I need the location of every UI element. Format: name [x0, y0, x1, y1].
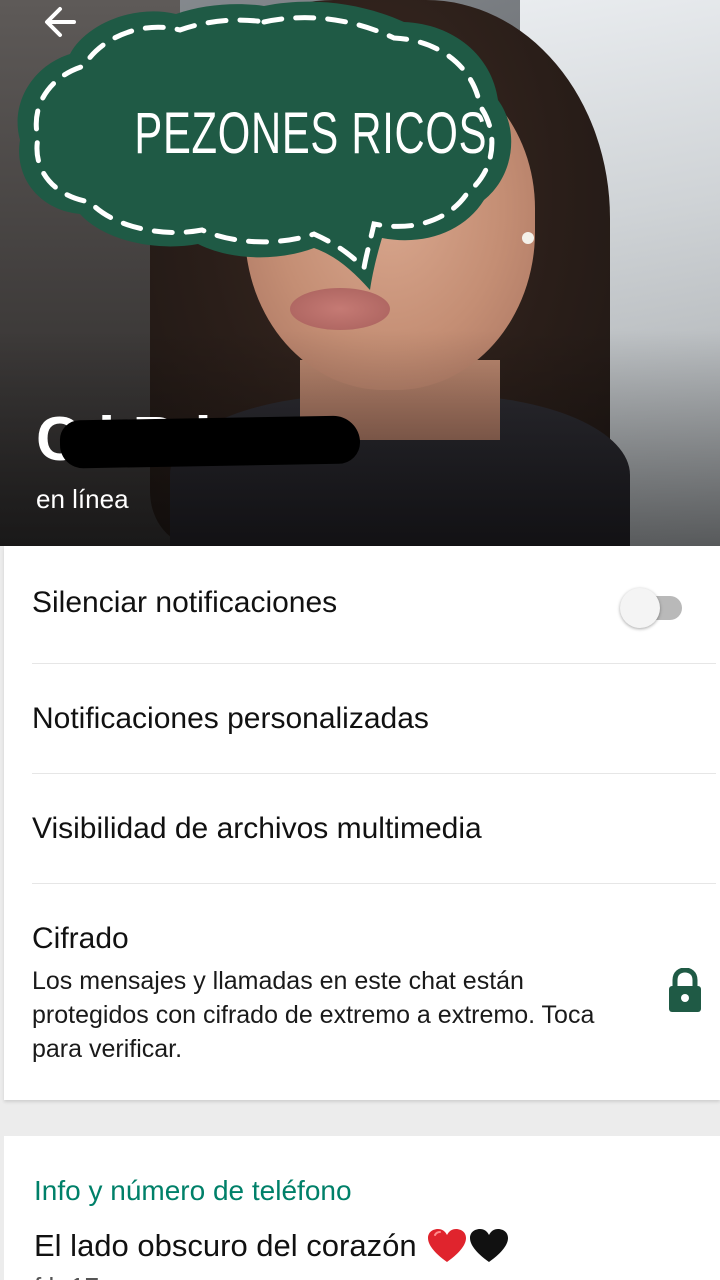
speech-bubble-sticker: PEZONES RICOS [14, 0, 514, 292]
about-text: El lado obscuro del corazón [34, 1228, 417, 1263]
mute-notifications-label: Silenciar notificaciones [32, 586, 338, 619]
mute-notifications-row[interactable]: Silenciar notificaciones [32, 586, 716, 620]
custom-notifications-row[interactable]: Notificaciones personalizadas [32, 702, 716, 736]
divider [32, 773, 716, 774]
about-date-partial: f b 17 [34, 1272, 99, 1280]
encryption-title: Cifrado [32, 922, 129, 955]
info-section-title: Info y número de teléfono [34, 1175, 352, 1206]
contact-info-screen: PEZONES RICOS C i B itez en línea Silenc… [0, 0, 720, 1280]
redaction-scribble [59, 415, 361, 469]
about-text-row[interactable]: El lado obscuro del corazón [34, 1228, 509, 1264]
mute-notifications-toggle[interactable] [618, 588, 686, 628]
about-emojis [427, 1228, 509, 1264]
media-visibility-label: Visibilidad de archivos multimedia [32, 812, 482, 845]
photo-earring [522, 232, 534, 244]
back-button[interactable] [36, 0, 84, 44]
toggle-knob [620, 588, 660, 628]
contact-status: en línea [36, 484, 129, 514]
photo-lips [290, 288, 390, 330]
divider [32, 883, 716, 884]
encryption-row[interactable]: Cifrado Los mensajes y llamadas en este … [32, 922, 716, 1066]
lock-icon [666, 967, 704, 1014]
encryption-description: Los mensajes y llamadas en este chat est… [32, 967, 595, 1063]
sticker-text: PEZONES RICOS [134, 101, 488, 166]
arrow-left-icon [45, 7, 76, 37]
media-visibility-row[interactable]: Visibilidad de archivos multimedia [32, 812, 716, 846]
divider [32, 663, 716, 664]
black-heart-icon [469, 1229, 508, 1262]
custom-notifications-label: Notificaciones personalizadas [32, 702, 429, 735]
red-heart-icon [427, 1229, 466, 1262]
